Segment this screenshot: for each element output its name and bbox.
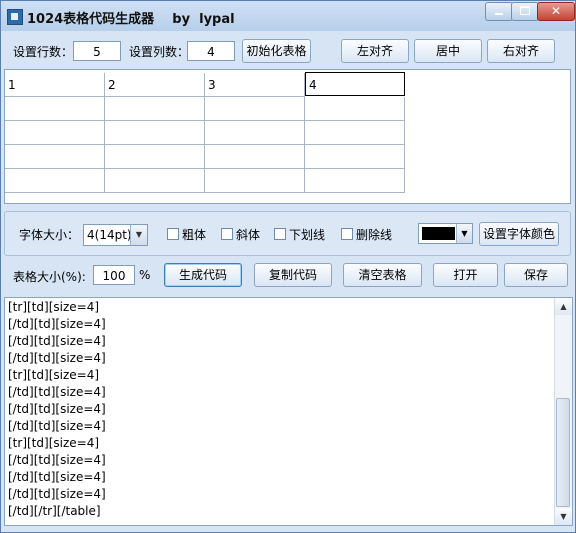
chevron-down-icon[interactable]: ▼: [130, 225, 147, 245]
code-output[interactable]: [tr][td][size=4] [/td][td][size=4] [/td]…: [4, 297, 573, 526]
code-line: [/td][/tr][/table]: [8, 504, 101, 518]
cols-label: 设置列数：: [129, 45, 190, 59]
maximize-icon: [520, 6, 530, 15]
code-line: [/td][td][size=4]: [8, 334, 106, 348]
scroll-up-icon[interactable]: ▲: [555, 298, 572, 315]
grid-cell[interactable]: [305, 145, 405, 169]
vertical-scrollbar[interactable]: ▲ ▼: [554, 298, 572, 525]
title-bar[interactable]: 1024表格代码生成器 by lypal ✕: [1, 1, 575, 31]
code-line: [tr][td][size=4]: [8, 436, 100, 450]
scroll-down-icon[interactable]: ▼: [555, 508, 572, 525]
code-line: [/td][td][size=4]: [8, 470, 106, 484]
color-swatch: [422, 227, 455, 240]
chevron-down-icon[interactable]: ▼: [456, 224, 472, 243]
grid-cell[interactable]: [105, 121, 205, 145]
set-font-color-button[interactable]: 设置字体颜色: [479, 222, 559, 246]
strikethrough-label: 删除线: [356, 228, 393, 242]
italic-checkbox[interactable]: [221, 228, 233, 240]
align-center-button[interactable]: 居中: [414, 39, 482, 63]
grid-cell[interactable]: 3: [205, 73, 305, 97]
table-size-input[interactable]: 100: [93, 265, 135, 285]
code-line: [/td][td][size=4]: [8, 385, 106, 399]
code-line: [tr][td][size=4]: [8, 368, 100, 382]
copy-code-button[interactable]: 复制代码: [254, 263, 332, 287]
minimize-button[interactable]: [485, 2, 513, 21]
code-line: [/td][td][size=4]: [8, 351, 106, 365]
open-button[interactable]: 打开: [433, 263, 498, 287]
code-line: [/td][td][size=4]: [8, 419, 106, 433]
app-icon: [7, 9, 23, 25]
scroll-thumb[interactable]: [556, 398, 570, 507]
code-line: [tr][td][size=4]: [8, 300, 100, 314]
close-button[interactable]: ✕: [537, 2, 575, 21]
grid-cell[interactable]: [305, 121, 405, 145]
grid-cell[interactable]: [305, 97, 405, 121]
strikethrough-checkbox[interactable]: [341, 228, 353, 240]
clear-table-button[interactable]: 清空表格: [343, 263, 422, 287]
grid-cell[interactable]: [105, 97, 205, 121]
grid-cell[interactable]: [205, 121, 305, 145]
align-right-button[interactable]: 右对齐: [487, 39, 555, 63]
grid-cell[interactable]: 2: [105, 73, 205, 97]
font-size-select[interactable]: 4(14pt) ▼: [83, 224, 148, 246]
init-table-button[interactable]: 初始化表格: [242, 39, 311, 63]
minimize-icon: [495, 13, 503, 15]
grid-cell[interactable]: [205, 97, 305, 121]
grid-cell[interactable]: [205, 145, 305, 169]
rows-input[interactable]: 5: [73, 41, 121, 61]
grid-cell[interactable]: [5, 169, 105, 193]
grid-cell-selected[interactable]: 4: [305, 72, 405, 96]
table-editor: 1 2 3 4: [4, 69, 571, 204]
maximize-button[interactable]: [511, 2, 539, 21]
window-title: 1024表格代码生成器 by lypal: [27, 12, 235, 27]
percent-label: %: [139, 268, 151, 282]
rows-label: 设置行数：: [13, 45, 74, 59]
grid-cell[interactable]: [5, 145, 105, 169]
table-size-label: 表格大小(%):: [13, 270, 86, 284]
code-line: [/td][td][size=4]: [8, 453, 106, 467]
font-size-label: 字体大小：: [19, 228, 80, 242]
grid-cell[interactable]: [5, 97, 105, 121]
font-color-select[interactable]: ▼: [418, 223, 473, 244]
save-button[interactable]: 保存: [504, 263, 568, 287]
italic-label: 斜体: [236, 228, 261, 242]
bold-label: 粗体: [182, 228, 207, 242]
grid-cell[interactable]: [105, 145, 205, 169]
code-line: [/td][td][size=4]: [8, 487, 106, 501]
grid-cell[interactable]: [205, 169, 305, 193]
main-window: 1024表格代码生成器 by lypal ✕ 设置行数： 5 设置列数： 4 初…: [0, 0, 576, 533]
generate-code-button[interactable]: 生成代码: [164, 263, 242, 287]
underline-checkbox[interactable]: [274, 228, 286, 240]
code-line: [/td][td][size=4]: [8, 402, 106, 416]
grid-cell[interactable]: 1: [5, 73, 105, 97]
grid-cell[interactable]: [305, 169, 405, 193]
code-line: [/td][td][size=4]: [8, 317, 106, 331]
grid-cell[interactable]: [105, 169, 205, 193]
font-size-value: 4(14pt): [87, 228, 132, 242]
close-icon: ✕: [550, 4, 562, 18]
bold-checkbox[interactable]: [167, 228, 179, 240]
align-left-button[interactable]: 左对齐: [341, 39, 409, 63]
underline-label: 下划线: [289, 228, 326, 242]
grid-cell[interactable]: [5, 121, 105, 145]
cols-input[interactable]: 4: [187, 41, 235, 61]
